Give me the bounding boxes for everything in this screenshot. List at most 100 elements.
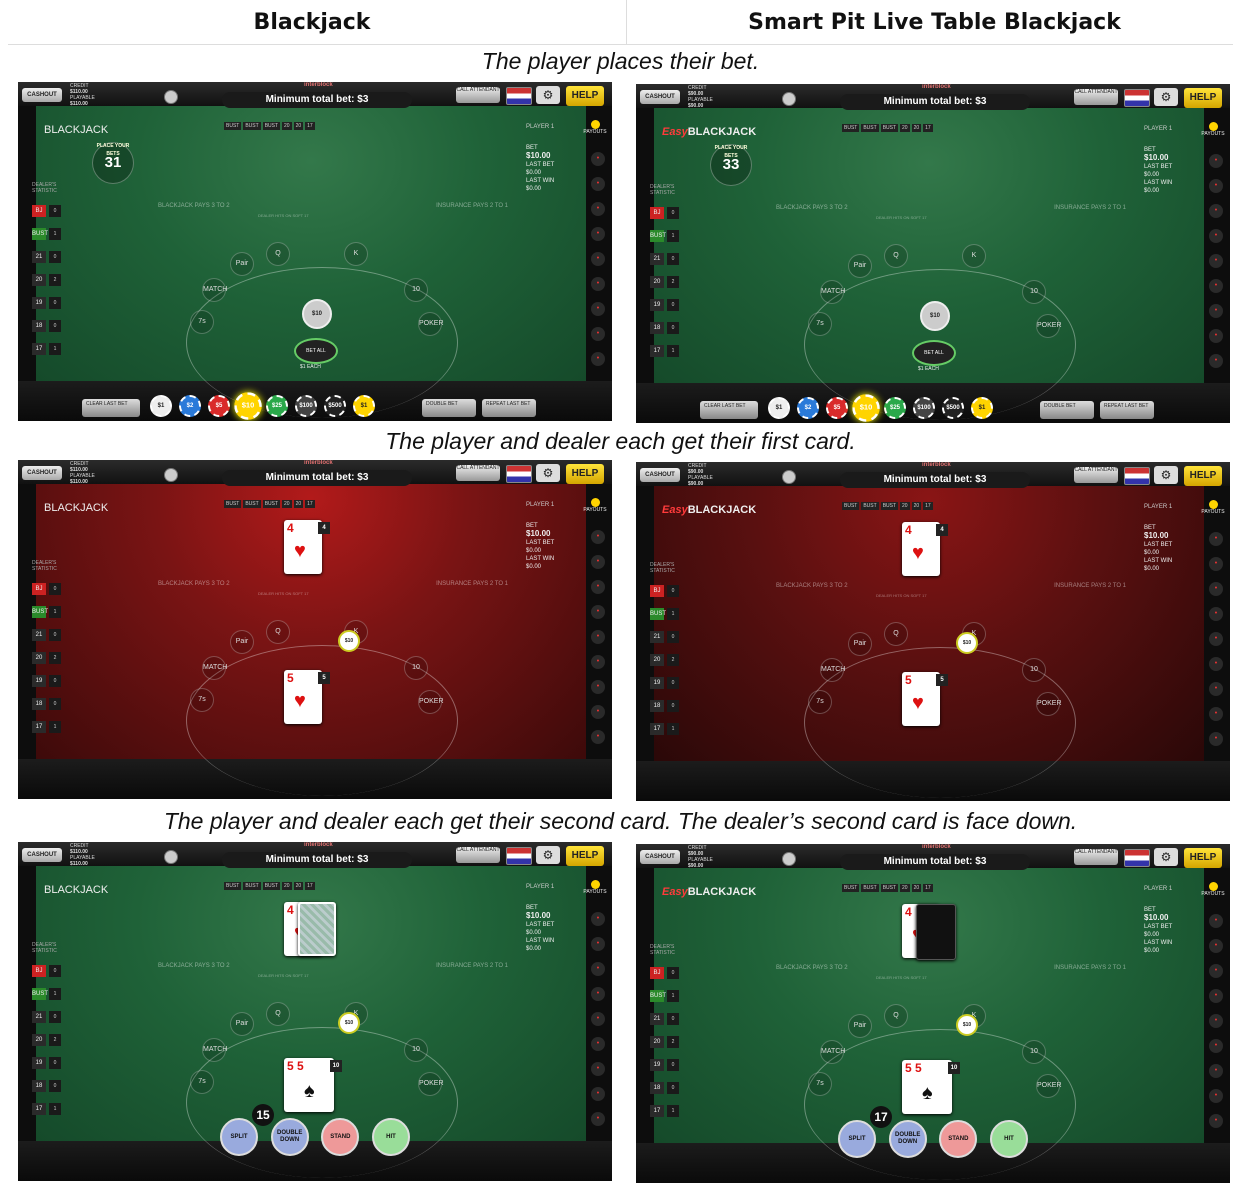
repeat-last-bet-button[interactable]: REPEAT LAST BET xyxy=(482,399,536,417)
side-bet-queen[interactable]: Q xyxy=(266,242,290,266)
side-bet-match[interactable]: MATCH xyxy=(202,1038,227,1062)
chip-button[interactable]: $1 xyxy=(353,395,375,417)
language-flag-icon[interactable] xyxy=(1124,849,1150,867)
payouts-button[interactable]: PAYOUTS xyxy=(582,120,608,135)
split-button[interactable]: SPLIT xyxy=(838,1120,876,1158)
volume-icon[interactable] xyxy=(164,850,178,864)
double-down-button[interactable]: DOUBLE DOWN xyxy=(270,1118,309,1156)
volume-icon[interactable] xyxy=(164,90,178,104)
cashout-button[interactable]: CASHOUT xyxy=(640,850,680,864)
help-button[interactable]: HELP xyxy=(1184,466,1222,486)
chip-button[interactable]: $5 xyxy=(826,397,848,419)
side-bet-sevens[interactable]: 7s xyxy=(808,1072,832,1096)
call-attendant-button[interactable]: CALL ATTENDANT xyxy=(1074,849,1118,865)
settings-gear-icon[interactable]: ⚙ xyxy=(1154,466,1178,484)
double-bet-button[interactable]: DOUBLE BET xyxy=(422,399,476,417)
volume-icon[interactable] xyxy=(164,468,178,482)
help-button[interactable]: HELP xyxy=(566,464,604,484)
settings-gear-icon[interactable]: ⚙ xyxy=(536,846,560,864)
side-bet-poker[interactable]: POKER xyxy=(418,312,444,336)
payouts-button[interactable]: PAYOUTS xyxy=(1200,882,1226,897)
side-bet-pair[interactable]: Pair xyxy=(230,630,254,654)
side-bet-poker[interactable]: POKER xyxy=(418,690,444,714)
side-bet-match[interactable]: MATCH xyxy=(820,1040,845,1064)
side-bet-queen[interactable]: Q xyxy=(884,1004,908,1028)
clear-last-bet-button[interactable]: CLEAR LAST BET xyxy=(700,401,758,419)
payouts-button[interactable]: PAYOUTS xyxy=(1200,122,1226,137)
side-bet-sevens[interactable]: 7s xyxy=(808,312,832,336)
settings-gear-icon[interactable]: ⚙ xyxy=(1154,88,1178,106)
chip-button[interactable]: $100 xyxy=(913,397,935,419)
language-flag-icon[interactable] xyxy=(506,87,532,105)
call-attendant-button[interactable]: CALL ATTENDANT xyxy=(456,87,500,103)
settings-gear-icon[interactable]: ⚙ xyxy=(536,86,560,104)
cashout-button[interactable]: CASHOUT xyxy=(640,90,680,104)
side-bet-ten[interactable]: 10 xyxy=(404,278,428,302)
payouts-button[interactable]: PAYOUTS xyxy=(582,498,608,513)
cashout-button[interactable]: CASHOUT xyxy=(640,468,680,482)
side-bet-ten[interactable]: 10 xyxy=(1022,1040,1046,1064)
volume-icon[interactable] xyxy=(782,92,796,106)
cashout-button[interactable]: CASHOUT xyxy=(22,848,62,862)
repeat-last-bet-button[interactable]: REPEAT LAST BET xyxy=(1100,401,1154,419)
chip-button[interactable]: $500 xyxy=(324,395,346,417)
side-bet-ten[interactable]: 10 xyxy=(404,656,428,680)
side-bet-match[interactable]: MATCH xyxy=(820,280,845,304)
side-bet-pair[interactable]: Pair xyxy=(848,254,872,278)
cashout-button[interactable]: CASHOUT xyxy=(22,88,62,102)
double-bet-button[interactable]: DOUBLE BET xyxy=(1040,401,1094,419)
chip-button[interactable]: $500 xyxy=(942,397,964,419)
call-attendant-button[interactable]: CALL ATTENDANT xyxy=(456,847,500,863)
chip-button[interactable]: $10 xyxy=(852,394,880,422)
chip-button[interactable]: $10 xyxy=(234,392,262,420)
language-flag-icon[interactable] xyxy=(1124,467,1150,485)
call-attendant-button[interactable]: CALL ATTENDANT xyxy=(1074,467,1118,483)
side-bet-poker[interactable]: POKER xyxy=(1036,692,1062,716)
side-bet-queen[interactable]: Q xyxy=(266,1002,290,1026)
cashout-button[interactable]: CASHOUT xyxy=(22,466,62,480)
side-bet-ten[interactable]: 10 xyxy=(404,1038,428,1062)
side-bet-match[interactable]: MATCH xyxy=(820,658,845,682)
language-flag-icon[interactable] xyxy=(1124,89,1150,107)
split-button[interactable]: SPLIT xyxy=(220,1118,258,1156)
call-attendant-button[interactable]: CALL ATTENDANT xyxy=(1074,89,1118,105)
stand-button[interactable]: STAND xyxy=(321,1118,360,1156)
main-bet-spot[interactable]: $10 xyxy=(302,299,332,329)
side-bet-pair[interactable]: Pair xyxy=(230,252,254,276)
side-bet-poker[interactable]: POKER xyxy=(1036,1074,1062,1098)
side-bet-sevens[interactable]: 7s xyxy=(190,688,214,712)
side-bet-queen[interactable]: Q xyxy=(266,620,290,644)
call-attendant-button[interactable]: CALL ATTENDANT xyxy=(456,465,500,481)
help-button[interactable]: HELP xyxy=(566,86,604,106)
hit-button[interactable]: HIT xyxy=(989,1120,1028,1158)
main-bet-spot[interactable]: $10 xyxy=(920,301,950,331)
settings-gear-icon[interactable]: ⚙ xyxy=(536,464,560,482)
help-button[interactable]: HELP xyxy=(1184,88,1222,108)
payouts-button[interactable]: PAYOUTS xyxy=(1200,500,1226,515)
side-bet-king[interactable]: K xyxy=(962,244,986,268)
settings-gear-icon[interactable]: ⚙ xyxy=(1154,848,1178,866)
help-button[interactable]: HELP xyxy=(566,846,604,866)
side-bet-pair[interactable]: Pair xyxy=(848,632,872,656)
side-bet-queen[interactable]: Q xyxy=(884,244,908,268)
side-bet-poker[interactable]: POKER xyxy=(418,1072,444,1096)
side-bet-king[interactable]: K xyxy=(344,242,368,266)
side-bet-pair[interactable]: Pair xyxy=(848,1014,872,1038)
clear-last-bet-button[interactable]: CLEAR LAST BET xyxy=(82,399,140,417)
volume-icon[interactable] xyxy=(782,470,796,484)
chip-button[interactable]: $25 xyxy=(266,395,288,417)
chip-button[interactable]: $1 xyxy=(150,395,172,417)
chip-button[interactable]: $2 xyxy=(797,397,819,419)
side-bet-sevens[interactable]: 7s xyxy=(808,690,832,714)
chip-button[interactable]: $100 xyxy=(295,395,317,417)
side-bet-ten[interactable]: 10 xyxy=(1022,280,1046,304)
hit-button[interactable]: HIT xyxy=(371,1118,410,1156)
side-bet-match[interactable]: MATCH xyxy=(202,656,227,680)
stand-button[interactable]: STAND xyxy=(939,1120,978,1158)
bet-all-button[interactable]: BET ALL xyxy=(294,338,338,364)
side-bet-pair[interactable]: Pair xyxy=(230,1012,254,1036)
side-bet-poker[interactable]: POKER xyxy=(1036,314,1062,338)
language-flag-icon[interactable] xyxy=(506,847,532,865)
side-bet-sevens[interactable]: 7s xyxy=(190,310,214,334)
chip-button[interactable]: $1 xyxy=(768,397,790,419)
